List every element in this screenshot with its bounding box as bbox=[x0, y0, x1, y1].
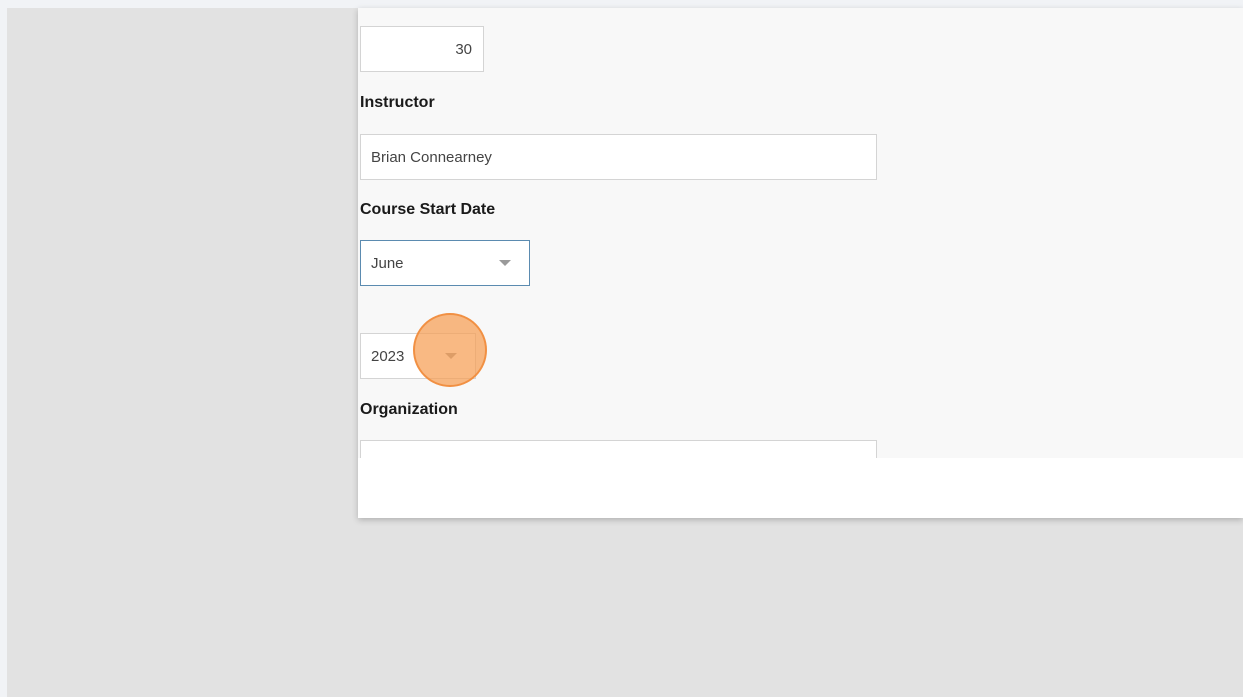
click-indicator bbox=[413, 313, 487, 387]
number-input[interactable]: 30 bbox=[360, 26, 484, 72]
organization-input[interactable] bbox=[360, 440, 877, 458]
instructor-input[interactable]: Brian Connearney bbox=[360, 134, 877, 180]
form-scroll-area[interactable]: 30 Instructor Brian Connearney Course St… bbox=[358, 8, 1243, 458]
start-month-select[interactable]: June bbox=[360, 240, 530, 286]
start-month-value: June bbox=[371, 254, 404, 272]
number-input-value: 30 bbox=[455, 40, 472, 58]
instructor-label: Instructor bbox=[360, 94, 435, 111]
organization-label: Organization bbox=[360, 401, 458, 418]
instructor-input-value: Brian Connearney bbox=[371, 148, 492, 166]
course-form-dialog: 30 Instructor Brian Connearney Course St… bbox=[358, 8, 1243, 518]
chevron-down-icon bbox=[499, 260, 511, 266]
start-year-value: 2023 bbox=[371, 347, 405, 365]
course-start-date-label: Course Start Date bbox=[360, 201, 496, 218]
dialog-footer bbox=[358, 458, 1243, 518]
